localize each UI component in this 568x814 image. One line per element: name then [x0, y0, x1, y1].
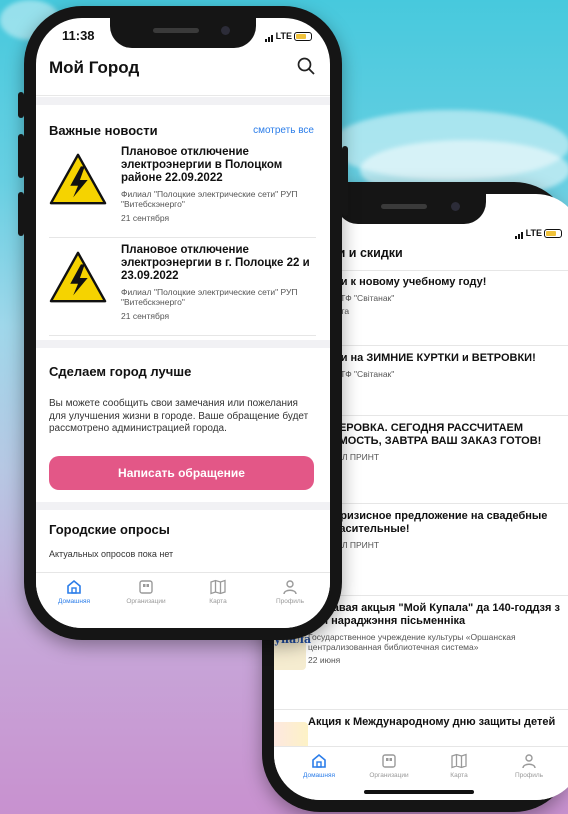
tab-profile[interactable]: Профиль	[255, 579, 325, 605]
home-indicator	[364, 790, 474, 794]
high-voltage-warning-icon	[49, 251, 107, 303]
news-date: 21 сентября	[121, 311, 170, 321]
tab-organizations[interactable]: Организации	[111, 579, 181, 605]
item-title: Скидки к новому учебному году!	[308, 276, 487, 288]
status-network: LTE	[514, 228, 562, 239]
news-source: Филиал "Полоцкие электрические сети" РУП…	[121, 287, 298, 307]
app-title: Мой Город	[49, 58, 140, 77]
item-date: 31 августа	[308, 306, 568, 316]
map-icon	[451, 753, 467, 769]
tab-home[interactable]: Домашняя	[39, 579, 109, 605]
front-phone: 11:38 LTE Мой Город Важные новости смотр…	[18, 6, 348, 640]
search-icon[interactable]	[296, 56, 316, 76]
map-icon	[210, 579, 226, 595]
feedback-description: Вы можете сообщить свои замечания или по…	[49, 398, 309, 434]
item-date: 22 июня	[308, 655, 341, 665]
tab-map[interactable]: Карта	[424, 753, 494, 779]
item-title: Акция к Международному дню защиты детей	[308, 716, 556, 728]
power-button	[342, 146, 348, 216]
tab-profile[interactable]: Профиль	[494, 753, 564, 779]
section-title: Сделаем город лучше	[49, 364, 192, 379]
item-title: Антикризисное предложение на свадебные п…	[308, 510, 548, 535]
app-header: Мой Город	[36, 40, 330, 96]
write-appeal-button[interactable]: Написать обращение	[49, 456, 314, 490]
notch	[336, 194, 486, 224]
news-item[interactable]: Плановое отключение электроэнергии в Пол…	[49, 146, 316, 238]
news-item[interactable]: Плановое отключение электроэнергии в г. …	[49, 244, 316, 336]
news-title: Плановое отключение электроэнергии в г. …	[121, 244, 310, 282]
item-source: УП ЮВЭЛ ПРИНТ	[308, 540, 380, 550]
home-icon	[312, 753, 326, 768]
item-date: 24 июня	[308, 553, 568, 563]
organizations-icon	[382, 754, 396, 768]
news-date: 21 сентября	[121, 213, 170, 223]
polls-empty-text: Актуальных опросов пока нет	[49, 549, 174, 559]
volume-button	[18, 192, 24, 236]
see-all-link[interactable]: смотреть все	[253, 125, 314, 136]
item-date: 5 июля	[308, 382, 568, 392]
profile-icon	[522, 754, 536, 769]
front-screen: 11:38 LTE Мой Город Важные новости смотр…	[36, 18, 330, 628]
item-source: ЗАО ОПТФ "Світанак"	[308, 293, 395, 303]
volume-button	[18, 134, 24, 178]
item-source: ЗАО ОПТФ "Світанак"	[308, 369, 395, 379]
news-source: Филиал "Полоцкие электрические сети" РУП…	[121, 189, 298, 209]
tab-bar: Домашняя Организации Карта Профиль	[36, 572, 330, 628]
item-title: Сеткавая акцыя "Мой Купала" да 140-годдз…	[308, 602, 560, 627]
tab-home[interactable]: Домашняя	[284, 753, 354, 779]
tab-organizations[interactable]: Организации	[354, 753, 424, 779]
item-date: 29 июня	[308, 465, 568, 475]
home-icon	[67, 579, 81, 594]
volume-button	[18, 92, 24, 118]
tab-map[interactable]: Карта	[183, 579, 253, 605]
high-voltage-warning-icon	[49, 153, 107, 205]
news-title: Плановое отключение электроэнергии в Пол…	[121, 146, 283, 184]
section-title: Городские опросы	[49, 522, 170, 537]
organizations-icon	[139, 580, 153, 594]
profile-icon	[283, 580, 297, 595]
item-title: Скидки на ЗИМНИЕ КУРТКИ и ВЕТРОВКИ!	[308, 352, 536, 364]
item-title: ФРЕЗЕРОВКА. СЕГОДНЯ РАССЧИТАЕМ СТОИМОСТЬ…	[308, 422, 542, 447]
section-title: Важные новости	[49, 123, 158, 138]
item-source: Государственное учреждение культуры «Орш…	[308, 632, 516, 652]
item-source: УП ЮВЭЛ ПРИНТ	[308, 452, 380, 462]
